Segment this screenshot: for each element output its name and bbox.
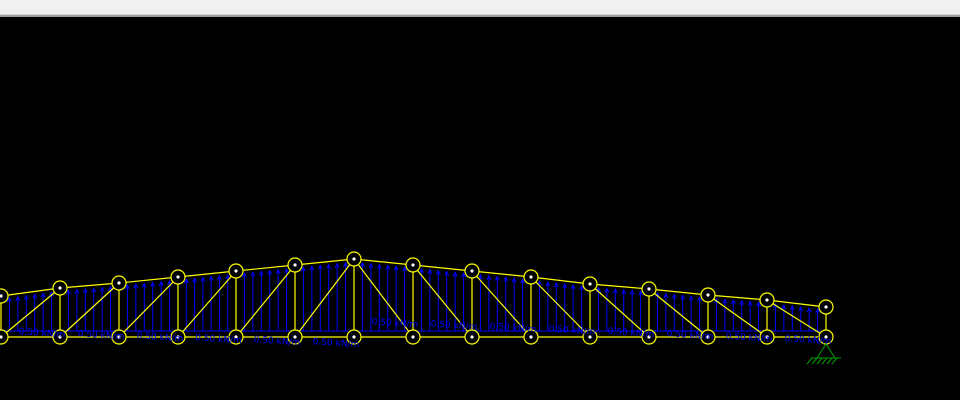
node-circle-icon[interactable]: [759, 292, 775, 308]
support-hatch: [831, 357, 838, 365]
load-value-label: 0.50 kN/m: [666, 329, 713, 342]
load-value-label: 0.50 kN/m: [253, 335, 300, 348]
node-dot: [411, 335, 415, 339]
node-dot: [529, 275, 533, 279]
node-dot: [352, 335, 356, 339]
load-value-label: 0.50 kN/m: [77, 329, 124, 342]
node-circle-icon[interactable]: [700, 287, 716, 303]
toolbar-strip: [0, 0, 960, 15]
node-circle-icon[interactable]: [170, 269, 186, 285]
load-value-label: 0.50 kN/m: [725, 332, 772, 345]
node-circle-icon[interactable]: [405, 329, 421, 345]
node-dot: [411, 263, 415, 267]
node-dot: [824, 305, 828, 309]
support-hatch: [816, 357, 823, 365]
node-dot: [647, 287, 651, 291]
node-circle-icon[interactable]: [111, 275, 127, 291]
app-window: 0.50 kN/m 0.50 kN/m 0.50 kN/m 0.50 kN/m 0.50…: [0, 0, 960, 400]
node-dot: [470, 335, 474, 339]
node-dot: [765, 298, 769, 302]
node-circle-icon[interactable]: [287, 257, 303, 273]
load-value-label: 0.50 kN/m: [548, 324, 595, 337]
load-label-layer: 0.50 kN/m 0.50 kN/m 0.50 kN/m 0.50 kN/m 0.50…: [18, 317, 831, 350]
load-value-label: 0.50 kN/m: [312, 337, 359, 350]
node-circle-icon[interactable]: [52, 280, 68, 296]
pinned-support-icon[interactable]: [806, 343, 841, 365]
load-value-label: 0.50 kN/m: [489, 322, 536, 335]
node-dot: [529, 335, 533, 339]
node-circle-icon[interactable]: [641, 281, 657, 297]
node-circle-icon[interactable]: [0, 329, 9, 345]
support-hatch: [821, 357, 828, 365]
distributed-load-arrows-icon: [240, 267, 291, 332]
node-dot: [234, 269, 238, 273]
load-value-label: 0.50 kN/m: [18, 327, 65, 340]
truss-model[interactable]: 0.50 kN/m 0.50 kN/m 0.50 kN/m 0.50 kN/m 0.50…: [0, 17, 960, 400]
load-value-label: 0.50 kN/m: [371, 317, 418, 330]
load-value-label: 0.50 kN/m: [195, 333, 242, 346]
drawing-canvas[interactable]: 0.50 kN/m 0.50 kN/m 0.50 kN/m 0.50 kN/m 0.50…: [0, 17, 960, 400]
support-hatch: [811, 357, 818, 365]
node-dot: [706, 293, 710, 297]
node-dot: [588, 282, 592, 286]
node-circle-icon[interactable]: [523, 269, 539, 285]
node-circle-icon[interactable]: [464, 263, 480, 279]
node-circle-icon[interactable]: [818, 299, 834, 315]
load-value-label: 0.50 kN/m: [136, 331, 183, 344]
node-circle-icon[interactable]: [582, 276, 598, 292]
node-circle-icon[interactable]: [346, 251, 362, 267]
support-hatch: [806, 357, 813, 365]
node-dot: [470, 269, 474, 273]
node-dot: [293, 263, 297, 267]
load-value-label: 0.50 kN/m: [784, 334, 831, 347]
node-dot: [58, 286, 62, 290]
node-circle-icon[interactable]: [405, 257, 421, 273]
node-dot: [352, 257, 356, 261]
support-hatch: [826, 357, 833, 365]
node-dot: [176, 275, 180, 279]
node-circle-icon[interactable]: [228, 263, 244, 279]
load-value-label: 0.50 kN/m: [607, 327, 654, 340]
distributed-load-arrows-icon: [771, 302, 822, 332]
node-dot: [117, 281, 121, 285]
node-circle-icon[interactable]: [0, 288, 9, 304]
